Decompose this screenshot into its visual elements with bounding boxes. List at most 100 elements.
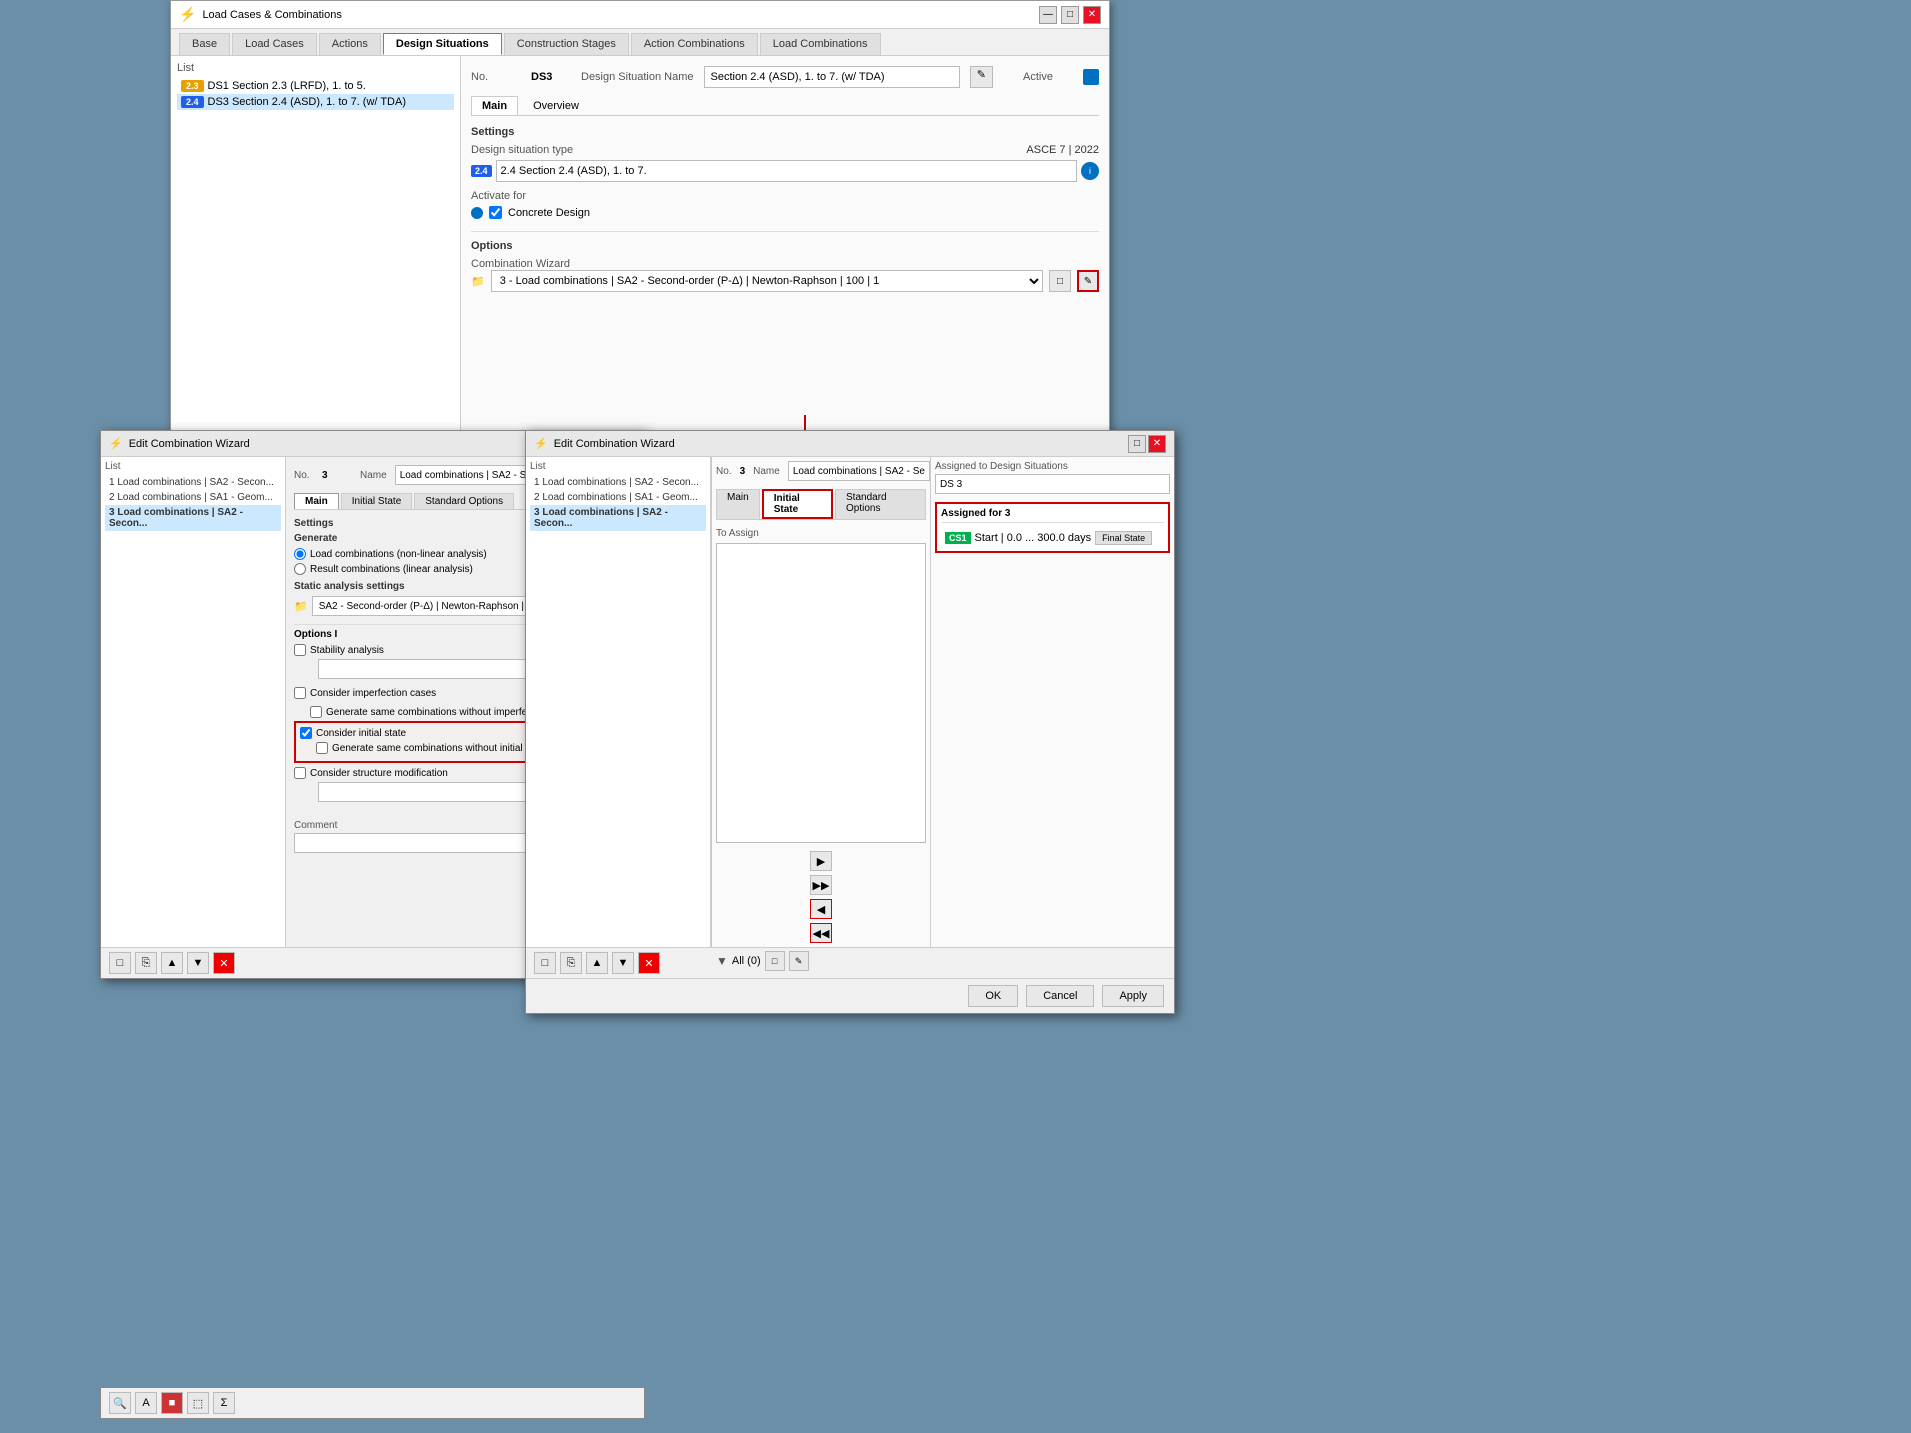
dlg-right-close[interactable]: ✕: [1148, 435, 1166, 453]
dlg-left-tb-up[interactable]: ▲: [161, 952, 183, 974]
assigned-ds-label: Assigned to Design Situations: [935, 461, 1170, 472]
dlg-left-no-val: 3: [322, 470, 352, 481]
final-state-button[interactable]: Final State: [1095, 531, 1152, 545]
dlg-left-tab-initial[interactable]: Initial State: [341, 493, 412, 509]
apply-button[interactable]: Apply: [1102, 985, 1164, 1007]
dlg-initial-state-cb[interactable]: [300, 727, 312, 739]
ok-button[interactable]: OK: [968, 985, 1018, 1007]
list-item-label-1: DS3 Section 2.4 (ASD), 1. to 7. (w/ TDA): [208, 96, 406, 108]
dlg-left-tb-delete[interactable]: ✕: [213, 952, 235, 974]
dlg-structure-mod-cb[interactable]: [294, 767, 306, 779]
dlg-right-tb-up[interactable]: ▲: [586, 952, 608, 974]
dlg-left-item-1[interactable]: 2 Load combinations | SA1 - Geom...: [105, 490, 281, 505]
filter-btn1[interactable]: □: [765, 951, 785, 971]
dlg-left-tab-standard[interactable]: Standard Options: [414, 493, 514, 509]
dlg-right-tb-down[interactable]: ▼: [612, 952, 634, 974]
minimize-button[interactable]: —: [1039, 6, 1057, 24]
filter-btn2[interactable]: ✎: [789, 951, 809, 971]
subtab-overview[interactable]: Overview: [522, 96, 590, 115]
cs1-badge: CS1: [945, 532, 971, 544]
type-value: ASCE 7 | 2022: [1026, 144, 1099, 156]
dlg-stability-cb[interactable]: [294, 644, 306, 656]
dlg-right-tab-main[interactable]: Main: [716, 489, 760, 519]
folder-icon: 📁: [471, 275, 485, 288]
assigned-for-box: Assigned for 3 CS1 Start | 0.0 ... 300.0…: [935, 502, 1170, 553]
list-header: List: [177, 62, 454, 74]
list-item-0[interactable]: 2.3 DS1 Section 2.3 (LRFD), 1. to 5.: [177, 78, 454, 94]
design-type-row: Design situation type ASCE 7 | 2022: [471, 144, 1099, 156]
dlg-right-tb-copy[interactable]: ⎘: [560, 952, 582, 974]
dlg-right-list-header: List: [530, 461, 706, 472]
assigned-item-cs1: CS1 Start | 0.0 ... 300.0 days Final Sta…: [941, 529, 1164, 547]
subtab-main[interactable]: Main: [471, 96, 518, 115]
tab-action-combinations[interactable]: Action Combinations: [631, 33, 758, 55]
dialog-right-controls: □ ✕: [1128, 435, 1166, 453]
dlg-left-search[interactable]: 🔍: [109, 1392, 131, 1414]
concrete-dot: [471, 207, 483, 219]
list-item-1[interactable]: 2.4 DS3 Section 2.4 (ASD), 1. to 7. (w/ …: [177, 94, 454, 110]
dlg-right-tb-new[interactable]: □: [534, 952, 556, 974]
concrete-design-row[interactable]: Concrete Design: [471, 206, 1099, 219]
maximize-button[interactable]: □: [1061, 6, 1079, 24]
dlg-right-item-2[interactable]: 3 Load combinations | SA2 - Secon...: [530, 505, 706, 531]
dlg-gen-same-initial-cb[interactable]: [316, 742, 328, 754]
dlg-left-name-label: Name: [360, 470, 387, 481]
arrow-right[interactable]: ▶: [810, 851, 832, 871]
tab-design-situations[interactable]: Design Situations: [383, 33, 502, 55]
type-badge: 2.4: [471, 165, 492, 177]
tab-construction-stages[interactable]: Construction Stages: [504, 33, 629, 55]
arrow-left[interactable]: ◀: [810, 899, 832, 919]
tab-base[interactable]: Base: [179, 33, 230, 55]
edit-combo-button[interactable]: ✎: [1077, 270, 1099, 292]
dlg-right-tab-standard[interactable]: Standard Options: [835, 489, 926, 519]
dlg-left-tb5[interactable]: A: [135, 1392, 157, 1414]
dlg-left-tb-down[interactable]: ▼: [187, 952, 209, 974]
dlg-radio-nonlinear[interactable]: [294, 548, 306, 560]
dlg-gen-same-imperfection-cb[interactable]: [310, 706, 322, 718]
static-folder-icon: 📁: [294, 600, 308, 613]
dlg-right-item-1[interactable]: 2 Load combinations | SA1 - Geom...: [530, 490, 706, 505]
tab-load-cases[interactable]: Load Cases: [232, 33, 317, 55]
new-combo-button[interactable]: □: [1049, 270, 1071, 292]
dlg-left-tb8[interactable]: Σ: [213, 1392, 235, 1414]
dlg-radio-linear[interactable]: [294, 563, 306, 575]
to-assign-header: To Assign: [716, 528, 926, 539]
edit-name-button[interactable]: ✎: [970, 66, 993, 88]
dialog-right: ⚡ Edit Combination Wizard □ ✕ List 1 Loa…: [525, 430, 1175, 1014]
dlg-imperfection-cb[interactable]: [294, 687, 306, 699]
combo-wizard-select[interactable]: 3 - Load combinations | SA2 - Second-ord…: [491, 270, 1043, 292]
dlg-left-tb-new[interactable]: □: [109, 952, 131, 974]
name-input[interactable]: [704, 66, 960, 88]
type-dropdown[interactable]: 2.4 Section 2.4 (ASD), 1. to 7.: [496, 160, 1077, 182]
active-label: Active: [1023, 71, 1073, 83]
dlg-right-tb-delete[interactable]: ✕: [638, 952, 660, 974]
dlg-right-tab-initial[interactable]: Initial State: [762, 489, 833, 519]
badge-1: 2.4: [181, 96, 204, 108]
dlg-left-tb6[interactable]: ■: [161, 1392, 183, 1414]
dlg-left-tab-main[interactable]: Main: [294, 493, 339, 509]
dlg-left-tb7[interactable]: ⬚: [187, 1392, 209, 1414]
arrow-left-all[interactable]: ◀◀: [810, 923, 832, 943]
arrow-right-all[interactable]: ▶▶: [810, 875, 832, 895]
assigned-ds-input[interactable]: [935, 474, 1170, 494]
info-button[interactable]: i: [1081, 162, 1099, 180]
dialog-left-title-text: Edit Combination Wizard: [129, 438, 250, 450]
dlg-structure-mod-label: Consider structure modification: [310, 768, 448, 779]
dlg-right-top-row: No. 3 Name ✎: [716, 461, 926, 481]
dlg-left-tb-copy[interactable]: ⎘: [135, 952, 157, 974]
dlg-left-item-2[interactable]: 3 Load combinations | SA2 - Secon...: [105, 505, 281, 531]
tab-actions[interactable]: Actions: [319, 33, 381, 55]
cs1-label: Start | 0.0 ... 300.0 days: [975, 532, 1092, 544]
dlg-initial-state-label: Consider initial state: [316, 728, 406, 739]
dialog-left-icon: ⚡: [109, 437, 123, 450]
dlg-right-name-input[interactable]: [788, 461, 930, 481]
settings-title: Settings: [471, 126, 1099, 138]
concrete-checkbox[interactable]: [489, 206, 502, 219]
dlg-right-item-0[interactable]: 1 Load combinations | SA2 - Secon...: [530, 475, 706, 490]
dlg-left-item-0[interactable]: 1 Load combinations | SA2 - Secon...: [105, 475, 281, 490]
cancel-button[interactable]: Cancel: [1026, 985, 1094, 1007]
dlg-right-max[interactable]: □: [1128, 435, 1146, 453]
close-button[interactable]: ✕: [1083, 6, 1101, 24]
title-icon: ⚡: [179, 6, 196, 23]
tab-load-combinations[interactable]: Load Combinations: [760, 33, 881, 55]
